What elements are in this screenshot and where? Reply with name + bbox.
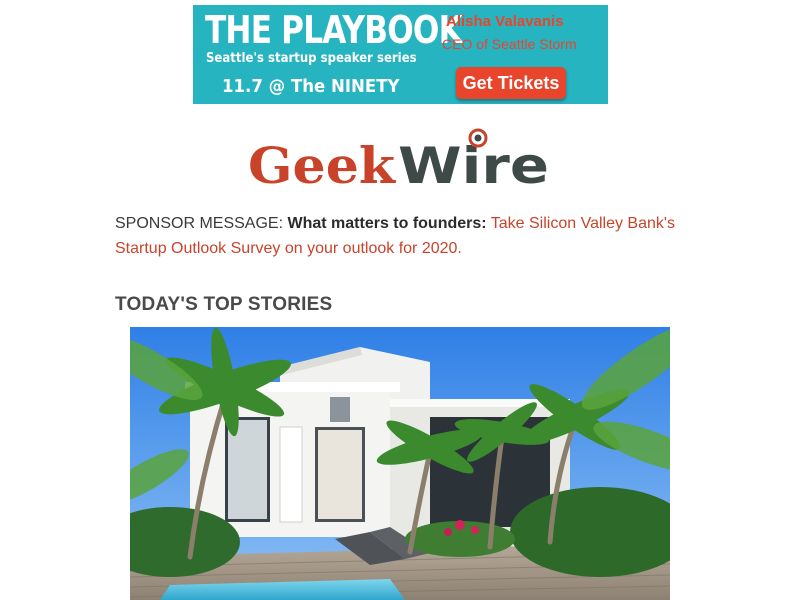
logo-geek-text: Geek (248, 136, 396, 192)
banner-subtitle: Seattle's startup speaker series (206, 51, 417, 66)
playbook-banner-ad[interactable]: THE PLAYBOOK Seattle's startup speaker s… (193, 5, 608, 104)
sponsor-message: SPONSOR MESSAGE: What matters to founder… (115, 211, 690, 261)
sponsor-headline: What matters to founders: (287, 215, 487, 232)
geekwire-logo[interactable]: Geek Wire (248, 126, 553, 192)
banner-title: THE PLAYBOOK (205, 8, 463, 52)
top-stories-heading: TODAY'S TOP STORIES (115, 294, 333, 315)
banner-event-date: 11.7 @ The NINETY (222, 76, 400, 97)
sponsor-prefix: SPONSOR MESSAGE: (115, 215, 288, 232)
get-tickets-button[interactable]: Get Tickets (456, 67, 566, 99)
top-story-image[interactable] (130, 327, 670, 600)
banner-speaker-name: Alisha Valavanis (446, 13, 564, 30)
photo-modern-house-icon (130, 327, 670, 600)
newsletter-page: THE PLAYBOOK Seattle's startup speaker s… (0, 0, 800, 600)
banner-speaker-role: CEO of Seattle Storm (442, 36, 577, 52)
